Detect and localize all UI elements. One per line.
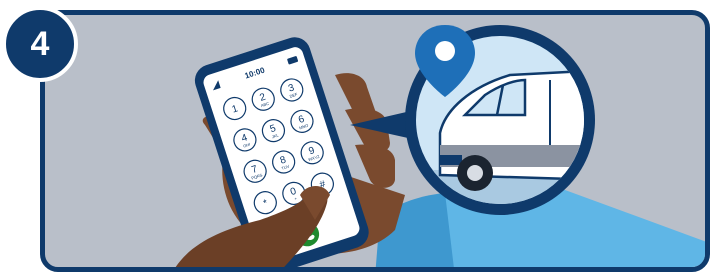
- illustration-frame: 10:00 1 2 ABC 3 DEF 4 GHI 5 JKL 6 MNO 7 PQRS 8 TUV 9 WXY…: [40, 10, 710, 272]
- illustration-scene: 10:00 12ABC3DEF4GHI5JKL6MNO7PQRS8TUV9WXY…: [175, 25, 705, 267]
- step-number-badge: 4: [2, 6, 78, 82]
